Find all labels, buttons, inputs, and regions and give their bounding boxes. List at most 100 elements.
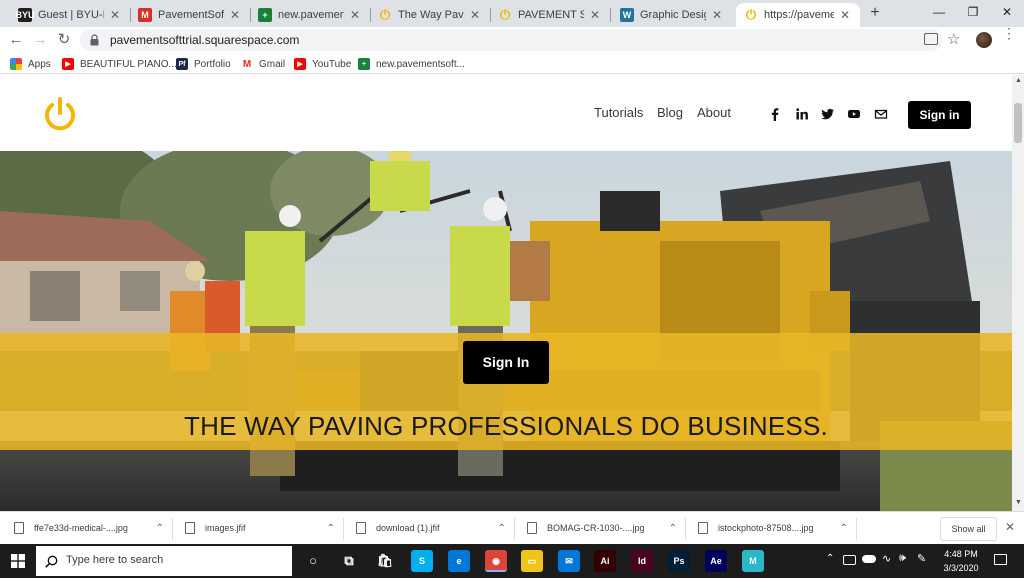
nav-blog[interactable]: Blog (657, 105, 683, 120)
pen-icon[interactable]: ✎ (917, 552, 926, 565)
file-icon (698, 522, 708, 534)
close-tab-icon[interactable]: ✕ (228, 8, 242, 22)
bookmarks-bar: Apps ▶ BEAUTIFUL PIANO... Pf Portfolio M Gmail… (0, 52, 1024, 74)
bookmark-item[interactable]: Pf Portfolio (176, 56, 231, 72)
system-tray-up-icon[interactable]: ⌃ (826, 553, 834, 564)
byu-icon: BYU (15, 8, 35, 22)
bookmark-item[interactable]: Apps (10, 56, 51, 72)
notifications-icon[interactable] (994, 554, 1007, 565)
browser-tab[interactable]: M PavementSoft New ✕ (130, 3, 250, 27)
close-tab-icon[interactable]: ✕ (468, 8, 482, 22)
browser-tab[interactable]: ⏻ The Way Paving P ✕ (370, 3, 490, 27)
nav-tutorials[interactable]: Tutorials (594, 105, 643, 120)
close-tab-icon[interactable]: ✕ (838, 8, 852, 22)
volume-icon[interactable]: 🕪 (899, 552, 906, 565)
bookmark-star-icon[interactable]: ☆ (947, 30, 960, 48)
show-all-downloads-button[interactable]: Show all (940, 517, 997, 541)
tab-title: Guest | BYU-Idaho (38, 9, 104, 21)
illustrator-icon[interactable]: Ai (594, 550, 616, 572)
sign-in-button-hero[interactable]: Sign In (463, 341, 549, 384)
bookmark-item[interactable]: ▶ YouTube (294, 56, 351, 72)
forward-button[interactable]: → (30, 30, 50, 50)
youtube-icon[interactable] (847, 107, 861, 121)
scroll-down-icon[interactable]: ▼ (1015, 499, 1022, 506)
chevron-up-icon[interactable]: ⌃ (156, 523, 164, 534)
bookmark-item[interactable]: + new.pavementsoft... (358, 56, 465, 72)
download-item[interactable]: istockphoto-87508....jpg ⌃ (698, 518, 858, 538)
menu-kebab-icon[interactable]: ⋮ (1002, 26, 1016, 40)
linkedin-icon[interactable] (795, 107, 809, 121)
after-effects-icon[interactable]: Ae (705, 550, 727, 572)
power-icon: ⏻ (379, 7, 391, 22)
power-logo-icon[interactable] (43, 96, 77, 132)
close-tab-icon[interactable]: ✕ (348, 8, 362, 22)
task-view-icon[interactable]: ⧉ (338, 550, 360, 572)
chevron-up-icon[interactable]: ⌃ (327, 523, 335, 534)
sign-in-button-header[interactable]: Sign in (908, 101, 971, 129)
nav-about[interactable]: About (697, 105, 731, 120)
browser-tab[interactable]: ⏻ PAVEMENT SOFTW ✕ (490, 3, 610, 27)
file-explorer-icon[interactable]: ▭ (521, 550, 543, 572)
photoshop-icon[interactable]: Ps (668, 550, 690, 572)
cortana-icon[interactable]: ○ (302, 550, 324, 572)
reload-button[interactable]: ↻ (54, 30, 74, 50)
blocked-popup-icon[interactable] (924, 33, 938, 45)
taskbar-search-box[interactable]: Type here to search (36, 546, 292, 576)
skype-icon[interactable]: S (411, 550, 433, 572)
tab-title: PAVEMENT SOFTW (518, 9, 584, 21)
chrome-icon[interactable]: ◉ (485, 550, 507, 572)
browser-tab[interactable]: W Graphic Design Int ✕ (612, 3, 732, 27)
taskbar-clock[interactable]: 4:48 PM 3/3/2020 (936, 547, 986, 575)
browser-tab[interactable]: + new.pavementsoft ✕ (250, 3, 370, 27)
browser-toolbar: ← → ↻ pavementsofttrial.squarespace.com … (0, 26, 1024, 52)
close-tab-icon[interactable]: ✕ (710, 8, 724, 22)
bookmark-item[interactable]: ▶ BEAUTIFUL PIANO... (62, 56, 177, 72)
twitter-icon[interactable] (821, 107, 835, 121)
back-button[interactable]: ← (6, 30, 26, 50)
close-tab-icon[interactable]: ✕ (108, 8, 122, 22)
wifi-icon[interactable]: ∿ (882, 552, 891, 565)
windows-start-icon[interactable] (11, 554, 25, 568)
download-item[interactable]: ffe7e33d-medical-....jpg ⌃ (14, 518, 174, 538)
bookmark-label: BEAUTIFUL PIANO... (80, 58, 177, 70)
scroll-up-icon[interactable]: ▲ (1015, 77, 1022, 84)
scrollbar-thumb[interactable] (1014, 103, 1022, 143)
email-icon[interactable] (874, 107, 888, 121)
clock-date: 3/3/2020 (943, 563, 979, 573)
m-app-icon[interactable]: M (742, 550, 764, 572)
mail-icon[interactable]: ✉ (558, 550, 580, 572)
edge-icon[interactable]: e (448, 550, 470, 572)
download-item[interactable]: images.jfif ⌃ (185, 518, 345, 538)
download-separator (514, 518, 515, 540)
browser-tab[interactable]: ⏻ https://pavement ✕ (736, 3, 860, 27)
tab-title: Graphic Design Int (640, 9, 706, 21)
profile-avatar[interactable] (976, 32, 992, 48)
chevron-up-icon[interactable]: ⌃ (840, 523, 848, 534)
indesign-icon[interactable]: Id (631, 550, 653, 572)
download-item[interactable]: BOMAG-CR-1030-....jpg ⌃ (527, 518, 687, 538)
chevron-up-icon[interactable]: ⌃ (498, 523, 506, 534)
download-item[interactable]: download (1).jfif ⌃ (356, 518, 516, 538)
clock-time: 4:48 PM (944, 549, 978, 559)
new-tab-button[interactable]: + (866, 4, 884, 22)
sheets-icon: + (258, 8, 272, 22)
download-filename: BOMAG-CR-1030-....jpg (547, 523, 645, 533)
page-scrollbar[interactable]: ▲ ▼ (1012, 75, 1024, 511)
close-window-button[interactable]: ✕ (992, 2, 1022, 22)
tray-app-icon[interactable] (843, 555, 856, 565)
gmail-icon: M (138, 8, 152, 22)
maximize-button[interactable]: ❐ (958, 2, 988, 22)
browser-tab-strip: BYUGuest | BYU-Idaho✕MPavementSoft New✕+… (0, 0, 1024, 27)
address-bar[interactable]: pavementsofttrial.squarespace.com (80, 29, 942, 51)
chevron-up-icon[interactable]: ⌃ (669, 523, 677, 534)
close-tab-icon[interactable]: ✕ (588, 8, 602, 22)
portfolio-icon: Pf (176, 58, 188, 70)
facebook-icon[interactable] (768, 107, 782, 121)
close-downloads-icon[interactable]: ✕ (1005, 520, 1015, 534)
browser-tab[interactable]: BYUGuest | BYU-Idaho ✕ (10, 3, 130, 27)
bookmark-item[interactable]: M Gmail (241, 56, 285, 72)
minimize-button[interactable]: — (924, 2, 954, 22)
onedrive-icon[interactable] (862, 555, 876, 563)
store-icon[interactable]: 🛍 (374, 550, 396, 572)
download-separator (172, 518, 173, 540)
